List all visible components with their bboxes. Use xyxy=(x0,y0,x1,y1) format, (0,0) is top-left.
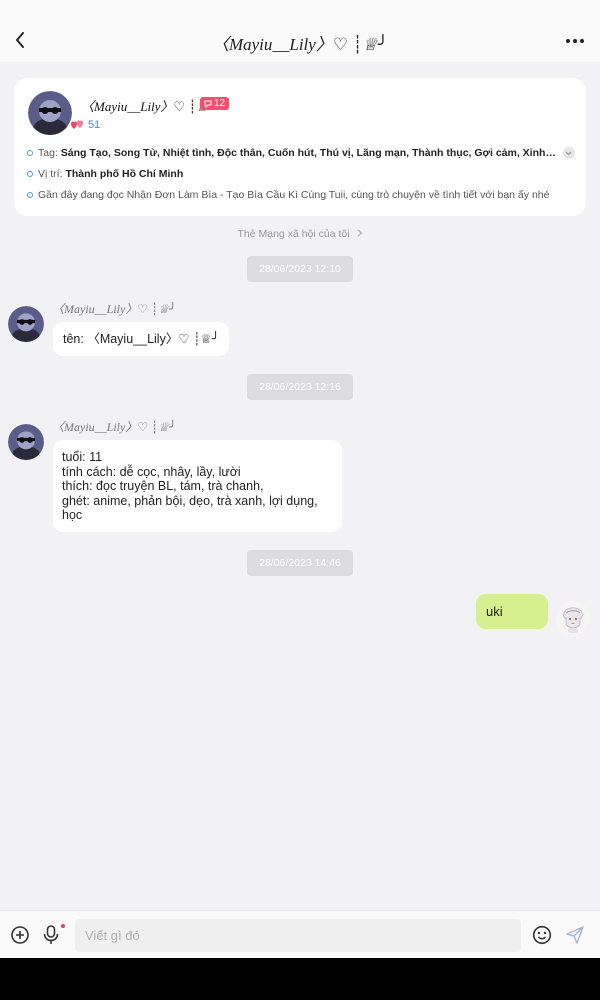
send-button[interactable] xyxy=(564,924,586,946)
message-bubble[interactable]: tuổi: 11 tính cách: dễ cọc, nhây, lầy, l… xyxy=(53,440,342,532)
reading-text: Gần đây đang đọc Nhận Đơn Làm Bìa - Tạo … xyxy=(38,189,550,201)
message-input[interactable] xyxy=(75,919,521,952)
tags-label: Tag: xyxy=(38,147,58,159)
hearts-icon xyxy=(70,120,84,129)
reading-line[interactable]: Gần đây đang đọc Nhận Đơn Làm Bìa - Tạo … xyxy=(27,189,549,201)
profile-card[interactable]: 〈Mayiu__Lily〉♡ ┊♕╯ 12 51 Tag: Sáng Tạo, … xyxy=(14,78,586,216)
sender-name: 〈Mayiu__Lily〉♡ ┊♕╯ xyxy=(52,420,177,434)
system-navigation-bar xyxy=(0,958,600,1000)
bullet-icon xyxy=(27,192,33,198)
tags-value: Sáng Tạo, Song Tử, Nhiệt tình, Độc thân,… xyxy=(60,147,559,159)
chevron-down-icon xyxy=(565,151,572,155)
attach-button[interactable] xyxy=(9,924,31,946)
expand-tags-button[interactable] xyxy=(562,147,575,159)
send-icon xyxy=(566,926,584,944)
sender-name: 〈Mayiu__Lily〉♡ ┊♕╯ xyxy=(52,302,177,316)
badge-count: 12 xyxy=(214,98,226,109)
message-badge: 12 xyxy=(200,97,230,110)
message-input-bar xyxy=(0,910,600,958)
profile-avatar[interactable] xyxy=(28,91,72,135)
more-icon xyxy=(566,39,584,43)
timestamp: 28/06/2023 14:46 xyxy=(247,550,353,576)
location-value: Thành phố Hồ Chí Minh xyxy=(65,168,184,180)
location-label: Vị trí: xyxy=(38,168,63,180)
timestamp: 28/06/2023 12:16 xyxy=(247,374,353,400)
back-arrow-icon xyxy=(16,32,24,48)
voice-button[interactable] xyxy=(40,924,62,946)
chevron-right-icon xyxy=(357,229,362,237)
tags-line: Tag: Sáng Tạo, Song Tử, Nhiệt tình, Độc … xyxy=(27,147,575,159)
back-button[interactable] xyxy=(8,26,32,54)
notification-dot xyxy=(61,924,65,928)
more-options-button[interactable] xyxy=(562,30,588,52)
social-card-label: Thẻ Mạng xã hội của tôi xyxy=(237,228,350,240)
message-icon xyxy=(204,100,212,108)
chat-header: 〈Mayiu__Lily〉♡ ┊♕╯ xyxy=(0,0,600,62)
sender-avatar[interactable] xyxy=(8,424,44,460)
message-bubble[interactable]: tên: 〈Mayiu__Lily〉♡ ┊♕╯ xyxy=(53,322,230,356)
my-avatar[interactable] xyxy=(556,601,590,635)
social-card-link[interactable]: Thẻ Mạng xã hội của tôi xyxy=(0,228,600,240)
sender-avatar[interactable] xyxy=(8,306,44,342)
microphone-icon xyxy=(43,925,59,944)
message-text: uki xyxy=(486,604,503,619)
outgoing-message-bubble[interactable]: uki xyxy=(476,594,548,629)
plus-circle-icon xyxy=(11,926,29,944)
bullet-icon xyxy=(27,171,33,177)
location-line: Vị trí: Thành phố Hồ Chí Minh xyxy=(27,168,183,180)
message-text: tuổi: 11 tính cách: dễ cọc, nhây, lầy, l… xyxy=(62,450,318,522)
emoji-icon xyxy=(532,925,552,945)
hearts-count: 51 xyxy=(88,119,101,131)
emoji-button[interactable] xyxy=(531,924,553,946)
profile-name: 〈Mayiu__Lily〉♡ ┊♕╯ xyxy=(81,99,216,114)
message-text: tên: 〈Mayiu__Lily〉♡ ┊♕╯ xyxy=(63,332,220,346)
chat-title: 〈Mayiu__Lily〉♡ ┊♕╯ xyxy=(211,35,389,54)
bullet-icon xyxy=(27,150,33,156)
timestamp: 28/06/2023 12:10 xyxy=(247,256,353,282)
